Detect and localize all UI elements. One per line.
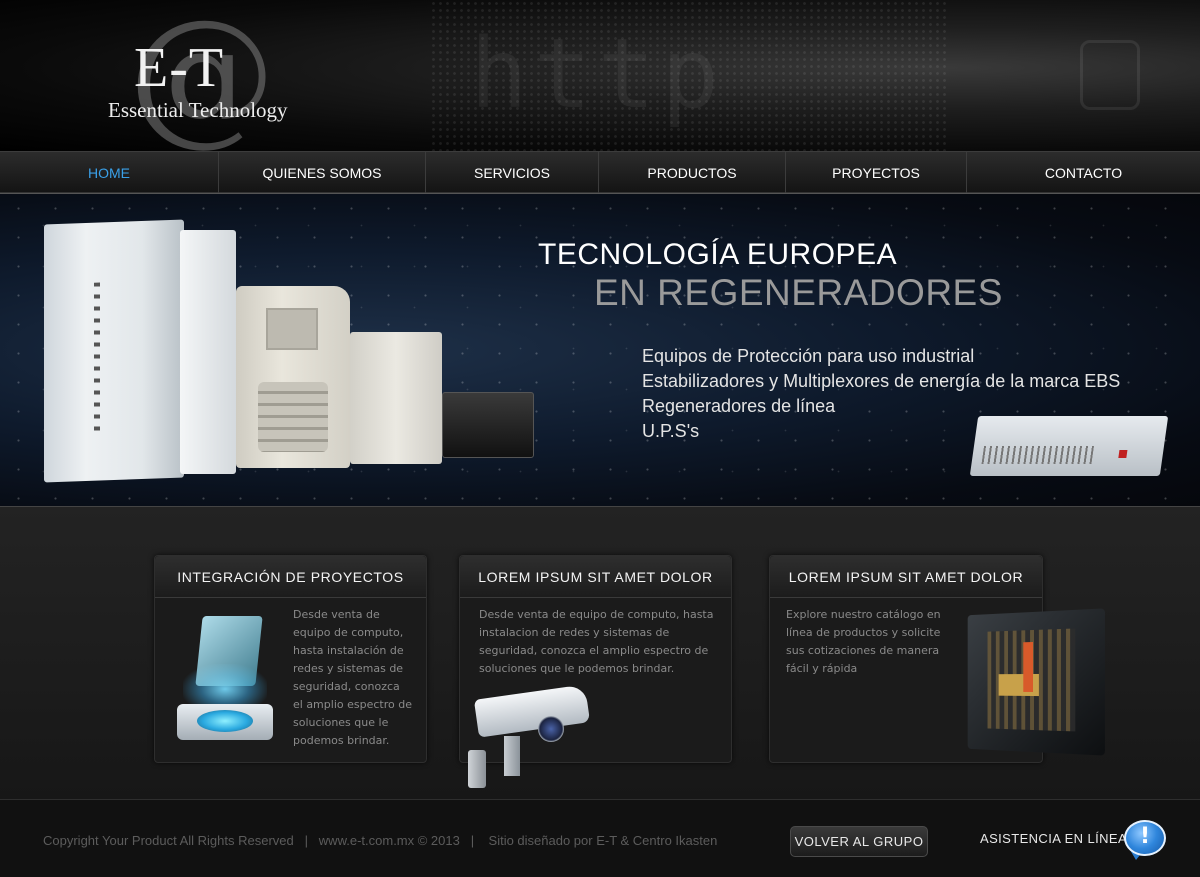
card-title: LOREM IPSUM SIT AMET DOLOR <box>460 556 731 598</box>
site-header: http @ E-T Essential Technology <box>0 0 1200 151</box>
copyright-text: Copyright Your Product All Rights Reserv… <box>43 833 718 848</box>
ups-medium-image <box>236 286 350 468</box>
logo-name: Essential Technology <box>108 98 288 122</box>
ups-tower-image <box>44 219 184 483</box>
security-camera-icon <box>468 684 593 792</box>
hero-banner: TECNOLOGÍA EUROPEA EN REGENERADORES Equi… <box>0 193 1200 507</box>
padlock-icon <box>1080 40 1140 110</box>
nav-item-productos[interactable]: PRODUCTOS <box>599 152 786 193</box>
ups-tower-side <box>180 230 236 474</box>
main-navigation: HOME QUIENES SOMOS SERVICIOS PRODUCTOS P… <box>0 151 1200 193</box>
nav-item-home[interactable]: HOME <box>0 152 219 193</box>
help-chat-icon[interactable]: ! <box>1124 820 1168 860</box>
header-background-text: http <box>470 18 726 130</box>
nav-item-contacto[interactable]: CONTACTO <box>967 152 1200 193</box>
nav-item-servicios[interactable]: SERVICIOS <box>426 152 599 193</box>
banner-title: TECNOLOGÍA EUROPEA <box>538 238 898 271</box>
site-footer: Copyright Your Product All Rights Reserv… <box>0 799 1200 877</box>
nav-item-quienes-somos[interactable]: QUIENES SOMOS <box>219 152 426 193</box>
banner-list-item: Estabilizadores y Multiplexores de energ… <box>642 371 1121 391</box>
online-assistance-label[interactable]: ASISTENCIA EN LÍNEA <box>980 831 1127 846</box>
card-title: INTEGRACIÓN DE PROYECTOS <box>155 556 426 598</box>
card-text: Explore nuestro catálogo en línea de pro… <box>786 608 941 675</box>
banner-list-item: U.P.S's <box>642 421 700 441</box>
banner-list-item: Equipos de Protección para uso industria… <box>642 346 975 366</box>
card-title: LOREM IPSUM SIT AMET DOLOR <box>770 556 1042 598</box>
banner-subtitle: EN REGENERADORES <box>594 272 1003 313</box>
ups-small-image <box>350 332 442 464</box>
card-lorem-1[interactable]: LOREM IPSUM SIT AMET DOLOR Desde venta d… <box>459 555 732 788</box>
help-mark: ! <box>1139 824 1151 849</box>
content-section: INTEGRACIÓN DE PROYECTOS Desde venta de … <box>0 507 1200 799</box>
card-text: Desde venta de equipo de computo, hasta … <box>479 608 714 675</box>
back-to-group-button[interactable]: VOLVER AL GRUPO <box>790 826 928 857</box>
card-lorem-2[interactable]: LOREM IPSUM SIT AMET DOLOR Explore nuest… <box>769 555 1105 763</box>
banner-product-list: Equipos de Protección para uso industria… <box>642 344 1120 444</box>
banner-list-item: Regeneradores de línea <box>642 396 836 416</box>
site-logo[interactable]: @ E-T Essential Technology <box>108 0 308 148</box>
nav-item-proyectos[interactable]: PROYECTOS <box>786 152 967 193</box>
card-text: Desde venta de equipo de computo, hasta … <box>293 608 412 747</box>
circuit-board-icon <box>967 608 1105 756</box>
card-integracion[interactable]: INTEGRACIÓN DE PROYECTOS Desde venta de … <box>154 555 427 763</box>
ups-black-image <box>442 392 534 458</box>
logo-letters: E-T <box>134 37 225 99</box>
holographic-folder-icon <box>175 616 275 744</box>
